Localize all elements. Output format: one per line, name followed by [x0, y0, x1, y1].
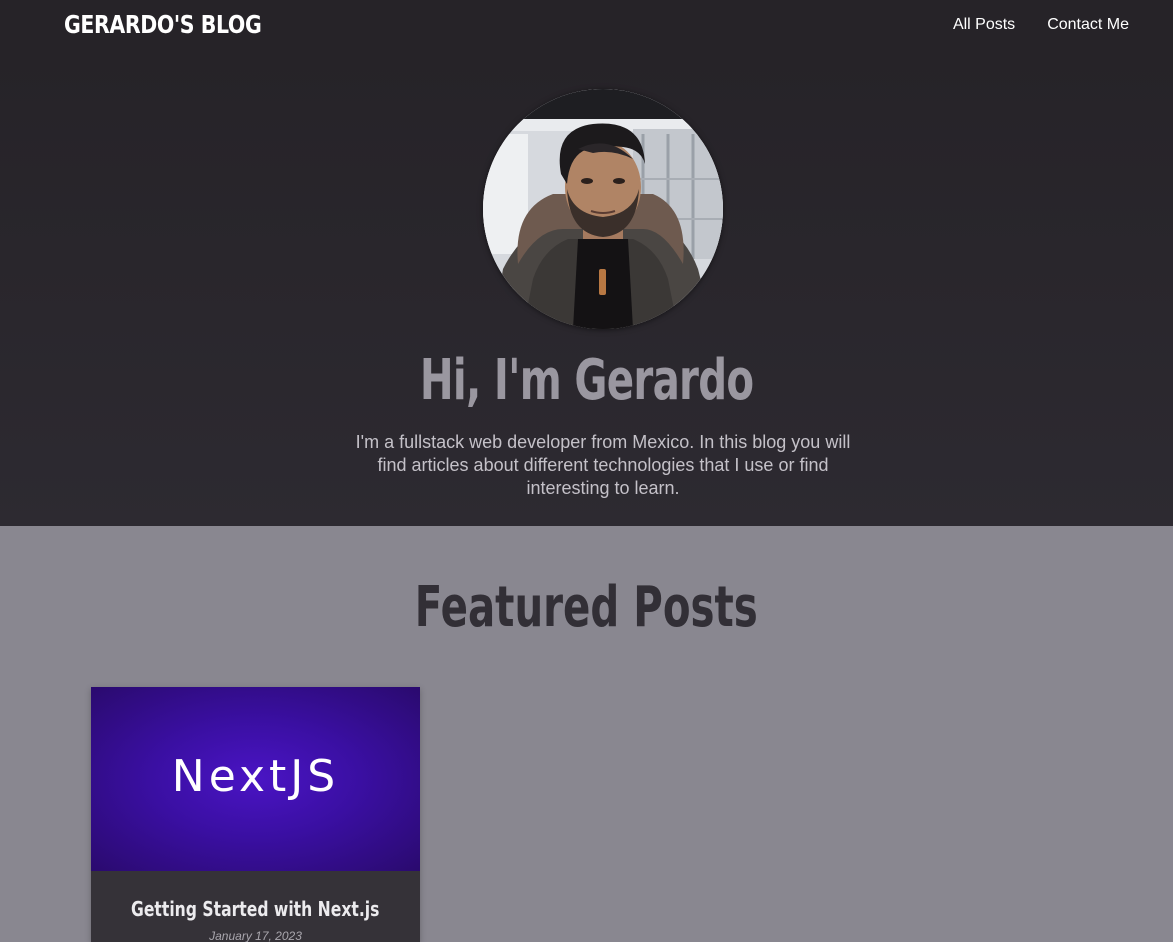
- hero-title: Hi, I'm Gerardo: [0, 348, 1173, 413]
- profile-photo-image: [483, 89, 723, 329]
- featured-posts-heading-text: Featured Posts: [414, 575, 759, 640]
- post-thumbnail-text: NextJS: [171, 751, 340, 802]
- profile-avatar: [483, 89, 723, 329]
- hero-section: Hi, I'm Gerardo I'm a fullstack web deve…: [0, 52, 1173, 526]
- hero-title-text: Hi, I'm Gerardo: [419, 348, 754, 413]
- site-header: GERARDO'S BLOG All Posts Contact Me: [0, 0, 1173, 52]
- featured-posts-heading: Featured Posts: [0, 575, 1173, 640]
- main-nav: All Posts Contact Me: [953, 16, 1129, 34]
- post-card[interactable]: NextJS Getting Started with Next.js Janu…: [91, 687, 420, 942]
- site-logo[interactable]: GERARDO'S BLOG: [64, 10, 262, 39]
- post-title-text: Getting Started with Next.js: [131, 897, 380, 921]
- post-title: Getting Started with Next.js: [91, 897, 420, 921]
- nav-contact-me[interactable]: Contact Me: [1047, 16, 1129, 34]
- hero-description: I'm a fullstack web developer from Mexic…: [355, 432, 851, 498]
- post-thumbnail: NextJS: [91, 687, 420, 871]
- post-date: January 17, 2023: [209, 929, 302, 942]
- nav-all-posts[interactable]: All Posts: [953, 16, 1015, 34]
